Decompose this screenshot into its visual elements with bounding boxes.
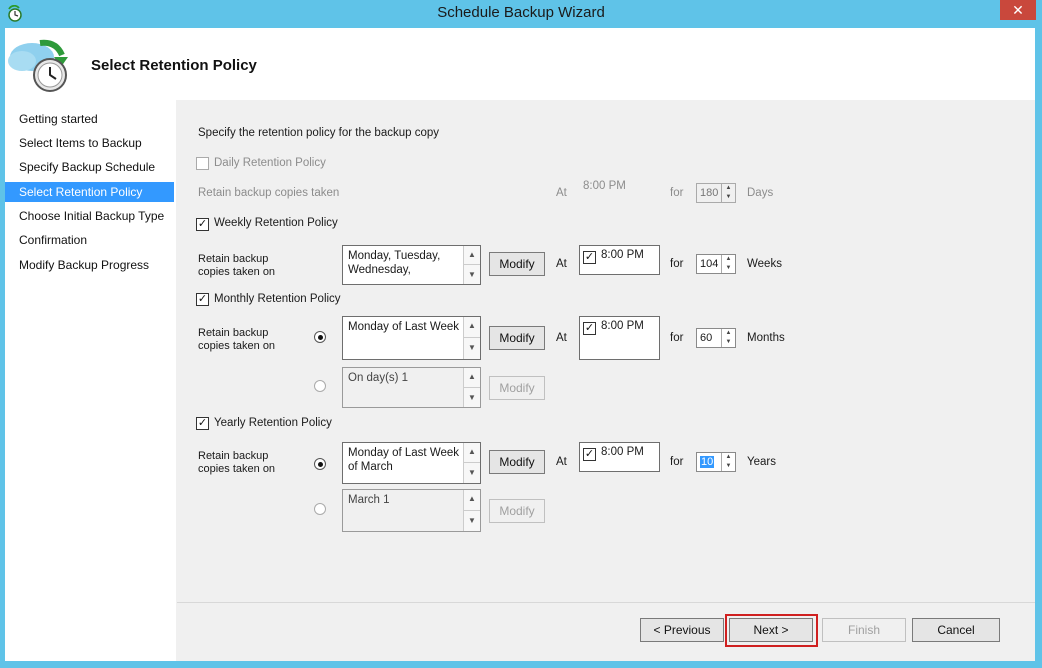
weekly-days-list[interactable]: Monday, Tuesday, Wednesday, ▲ ▼ <box>342 245 481 285</box>
monthly-time-checkbox[interactable]: ✓ <box>583 322 596 335</box>
yearly-option1-radio[interactable] <box>314 458 326 470</box>
daily-retain-label: Retain backup copies taken <box>198 187 340 199</box>
yearly-time-checkbox[interactable]: ✓ <box>583 448 596 461</box>
weekly-retention-label: Weekly Retention Policy <box>214 217 338 229</box>
weekly-time-checkbox[interactable]: ✓ <box>583 251 596 264</box>
monthly-modify-button[interactable]: Modify <box>489 326 545 350</box>
yearly-at-label: At <box>556 456 567 468</box>
yearly-unit-label: Years <box>747 456 776 468</box>
spin-down-icon[interactable]: ▼ <box>722 338 735 347</box>
scroll-down-icon[interactable]: ▼ <box>464 388 480 408</box>
monthly-option1-list[interactable]: Monday of Last Week ▲ ▼ <box>342 316 481 360</box>
yearly-retention-label: Yearly Retention Policy <box>214 417 332 429</box>
monthly-retention-label: Monthly Retention Policy <box>214 293 341 305</box>
monthly-retain-label: Retain backup copies taken on <box>198 327 276 352</box>
nav-step-select-retention[interactable]: Select Retention Policy <box>5 182 174 202</box>
monthly-for-label: for <box>670 332 684 344</box>
nav-step-specify-schedule[interactable]: Specify Backup Schedule <box>5 157 174 177</box>
nav-step-modify-progress[interactable]: Modify Backup Progress <box>5 255 174 275</box>
daily-retention-label: Daily Retention Policy <box>214 157 326 169</box>
daily-at-label: At <box>556 187 567 199</box>
scroll-up-icon[interactable]: ▲ <box>464 368 480 388</box>
yearly-time-box[interactable]: ✓ 8:00 PM <box>579 442 660 472</box>
page-title: Select Retention Policy <box>91 57 257 74</box>
yearly-time-value: 8:00 PM <box>601 446 644 458</box>
yearly-option1-list[interactable]: Monday of Last Week of March ▲ ▼ <box>342 442 481 484</box>
weekly-retain-label: Retain backup copies taken on <box>198 253 276 278</box>
monthly-at-label: At <box>556 332 567 344</box>
weekly-modify-button[interactable]: Modify <box>489 252 545 276</box>
daily-unit-label: Days <box>747 187 774 199</box>
monthly-unit-label: Months <box>747 332 785 344</box>
daily-count-stepper[interactable]: 180 ▲ ▼ <box>696 183 736 203</box>
weekly-count-stepper[interactable]: 104 ▲ ▼ <box>696 254 736 274</box>
weekly-unit-label: Weeks <box>747 258 782 270</box>
close-icon: ✕ <box>1012 2 1024 18</box>
monthly-count-stepper[interactable]: 60 ▲ ▼ <box>696 328 736 348</box>
scroll-down-icon[interactable]: ▼ <box>464 338 480 359</box>
weekly-count-value: 104 <box>700 258 719 270</box>
daily-count-value: 180 <box>700 187 719 199</box>
scroll-up-icon[interactable]: ▲ <box>464 246 480 265</box>
spin-down-icon[interactable]: ▼ <box>722 462 735 471</box>
scroll-up-icon[interactable]: ▲ <box>464 317 480 338</box>
monthly-option2-radio[interactable] <box>314 380 326 392</box>
footer-divider <box>177 602 1035 603</box>
weekly-retention-checkbox[interactable]: ✓ <box>196 218 209 231</box>
yearly-count-value: 10 <box>700 456 715 468</box>
daily-retention-checkbox[interactable] <box>196 157 209 170</box>
monthly-time-value: 8:00 PM <box>601 320 644 332</box>
backup-schedule-clock-icon <box>6 35 72 95</box>
weekly-time-box[interactable]: ✓ 8:00 PM <box>579 245 660 275</box>
finish-button[interactable]: Finish <box>822 618 906 642</box>
daily-time-value[interactable]: 8:00 PM <box>583 180 626 192</box>
monthly-option2-modify-button[interactable]: Modify <box>489 376 545 400</box>
weekly-time-value: 8:00 PM <box>601 249 644 261</box>
yearly-option2-radio[interactable] <box>314 503 326 515</box>
weekly-at-label: At <box>556 258 567 270</box>
nav-step-initial-backup-type[interactable]: Choose Initial Backup Type <box>5 206 174 226</box>
yearly-option2-modify-button[interactable]: Modify <box>489 499 545 523</box>
next-button-highlight <box>725 614 818 647</box>
window-title: Schedule Backup Wizard <box>437 4 605 21</box>
weekly-for-label: for <box>670 258 684 270</box>
monthly-count-value: 60 <box>700 332 713 344</box>
monthly-option2-list[interactable]: On day(s) 1 ▲ ▼ <box>342 367 481 408</box>
yearly-count-stepper[interactable]: 10 ▲ ▼ <box>696 452 736 472</box>
yearly-retention-checkbox[interactable]: ✓ <box>196 417 209 430</box>
monthly-option1-radio[interactable] <box>314 331 326 343</box>
previous-button[interactable]: < Previous <box>640 618 724 642</box>
spin-up-icon[interactable]: ▲ <box>722 329 735 338</box>
yearly-option2-list[interactable]: March 1 ▲ ▼ <box>342 489 481 532</box>
yearly-retain-label: Retain backup copies taken on <box>198 450 276 475</box>
daily-for-label: for <box>670 187 684 199</box>
close-button[interactable]: ✕ <box>1000 0 1036 20</box>
spin-down-icon[interactable]: ▼ <box>722 264 735 273</box>
monthly-time-box[interactable]: ✓ 8:00 PM <box>579 316 660 360</box>
cancel-button[interactable]: Cancel <box>912 618 1000 642</box>
spin-up-icon[interactable]: ▲ <box>722 453 735 462</box>
scroll-up-icon[interactable]: ▲ <box>464 443 480 463</box>
spin-up-icon[interactable]: ▲ <box>722 184 735 193</box>
nav-step-select-items[interactable]: Select Items to Backup <box>5 133 174 153</box>
scroll-down-icon[interactable]: ▼ <box>464 511 480 532</box>
yearly-modify-button[interactable]: Modify <box>489 450 545 474</box>
scroll-up-icon[interactable]: ▲ <box>464 490 480 511</box>
scroll-down-icon[interactable]: ▼ <box>464 463 480 483</box>
nav-step-confirmation[interactable]: Confirmation <box>5 230 174 250</box>
scroll-down-icon[interactable]: ▼ <box>464 265 480 284</box>
spin-down-icon[interactable]: ▼ <box>722 193 735 202</box>
instruction-text: Specify the retention policy for the bac… <box>198 127 440 139</box>
nav-step-getting-started[interactable]: Getting started <box>5 109 174 129</box>
yearly-for-label: for <box>670 456 684 468</box>
monthly-retention-checkbox[interactable]: ✓ <box>196 293 209 306</box>
spin-up-icon[interactable]: ▲ <box>722 255 735 264</box>
